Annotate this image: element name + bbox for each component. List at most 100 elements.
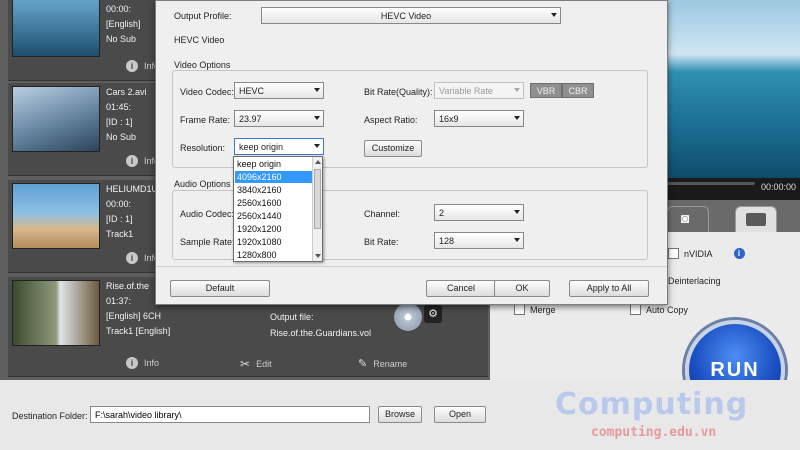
resolution-option[interactable]: keep origin [235, 158, 313, 170]
bitrate-quality-select[interactable]: Variable Rate [434, 82, 524, 99]
file-name: Cars 2.avi [106, 87, 147, 97]
resolution-select[interactable]: keep origin [234, 138, 324, 155]
video-options-label: Video Options [174, 60, 231, 70]
info-icon: i [126, 357, 138, 369]
resolution-option[interactable]: 3840x2160 [235, 184, 313, 196]
duration-text: 01:45: [106, 102, 132, 112]
aspect-ratio-select[interactable]: 16x9 [434, 110, 524, 127]
frame-rate-label: Frame Rate: [180, 115, 231, 125]
audio-options-label: Audio Options [174, 179, 231, 189]
scroll-up-icon[interactable] [315, 160, 321, 164]
resolution-option[interactable]: 1280x800 [235, 249, 313, 261]
chevron-down-icon [314, 144, 320, 148]
info-icon[interactable]: i [733, 248, 745, 259]
apply-to-all-button[interactable]: Apply to All [569, 280, 649, 297]
info-icon: i [126, 60, 138, 72]
scissors-icon: ✂ [240, 357, 251, 371]
sample-rate-label: Sample Rate: [180, 237, 235, 247]
chevron-down-icon [314, 88, 320, 92]
bitrate-quality-label: Bit Rate(Quality): [364, 87, 433, 97]
destination-folder-label: Destination Folder: [12, 411, 88, 421]
nvidia-checkbox[interactable]: nVIDIA i [668, 248, 745, 259]
output-file-name: Rise.of.the.Guardians.vol [270, 328, 372, 338]
video-thumbnail [12, 280, 100, 346]
channel-label: Channel: [364, 209, 401, 219]
destination-folder-input[interactable] [90, 406, 370, 423]
info-icon: i [126, 155, 138, 167]
frame-rate-select[interactable]: 23.97 [234, 110, 324, 127]
video-preview [665, 0, 800, 180]
rename-icon: ✎ [358, 358, 368, 370]
deinterlacing-checkbox[interactable]: Deinterlacing [668, 276, 721, 286]
right-panel-tabs: ◙ [665, 200, 800, 232]
chevron-down-icon [514, 238, 520, 242]
scroll-down-icon[interactable] [315, 254, 321, 258]
folder-icon [746, 213, 766, 226]
audio-codec-label: Audio Codec: [180, 209, 235, 219]
track-text: Track1 [English] [106, 326, 171, 336]
resolution-option[interactable]: 2560x1440 [235, 210, 313, 222]
resolution-dropdown-list[interactable]: keep origin 4096x2160 3840x2160 2560x160… [233, 156, 323, 262]
customize-button[interactable]: Customize [364, 140, 422, 157]
subtitle-lang-text: [English] [106, 19, 141, 29]
id-text: [ID : 1] [106, 117, 133, 127]
duration-text: 00:00: [106, 4, 132, 14]
video-thumbnail [12, 86, 100, 152]
audio-bitrate-select[interactable]: 128 [434, 232, 524, 249]
channel-select[interactable]: 2 [434, 204, 524, 221]
cbr-toggle[interactable]: CBR [562, 83, 594, 98]
resolution-option[interactable]: 4096x2160 [235, 171, 313, 183]
preview-timeline[interactable]: 00:00:00 [665, 178, 800, 200]
rename-button[interactable]: ✎ Rename [358, 357, 407, 370]
resolution-label: Resolution: [180, 143, 226, 153]
settings-gear-icon[interactable]: ⚙ [424, 305, 442, 323]
camera-icon: ◙ [681, 210, 690, 226]
disc-icon [394, 303, 422, 331]
dropdown-scrollbar[interactable] [312, 157, 322, 261]
aspect-ratio-label: Aspect Ratio: [364, 115, 418, 125]
file-name: HELIUMD1U [106, 184, 159, 194]
open-button[interactable]: Open [434, 406, 486, 423]
duration-text: 00:00: [106, 199, 132, 209]
resolution-option[interactable]: 2560x1600 [235, 197, 313, 209]
output-file-label: Output file: [270, 312, 314, 322]
chevron-down-icon [314, 116, 320, 120]
output-settings-dialog: Output Profile: HEVC Video HEVC Video Vi… [155, 0, 668, 305]
chevron-down-icon [514, 116, 520, 120]
id-text: [ID : 1] [106, 214, 133, 224]
track-text: Track1 [106, 229, 134, 239]
audio-bitrate-label: Bit Rate: [364, 237, 399, 247]
preview-time: 00:00:00 [760, 182, 796, 192]
cancel-button[interactable]: Cancel [426, 280, 496, 297]
video-thumbnail [12, 183, 100, 249]
scrollbar-thumb[interactable] [314, 169, 321, 229]
tab-folder[interactable] [735, 206, 777, 232]
seek-bar[interactable] [667, 182, 755, 185]
vbr-toggle[interactable]: VBR [530, 83, 562, 98]
checkbox-box[interactable] [668, 248, 679, 259]
subtitle-text: No Sub [106, 132, 137, 142]
chevron-down-icon [514, 88, 520, 92]
checkbox-box[interactable] [514, 304, 525, 315]
resolution-option[interactable]: 1920x1080 [235, 236, 313, 248]
video-codec-label: Video Codec: [180, 87, 234, 97]
info-button[interactable]: i Info [126, 357, 159, 369]
profile-heading: HEVC Video [174, 35, 225, 45]
chevron-down-icon [551, 13, 557, 17]
default-button[interactable]: Default [170, 280, 270, 297]
resolution-option[interactable]: 1920x1200 [235, 223, 313, 235]
video-thumbnail [12, 0, 100, 57]
output-profile-label: Output Profile: [174, 11, 232, 21]
video-codec-select[interactable]: HEVC [234, 82, 324, 99]
merge-checkbox[interactable]: Merge [514, 304, 556, 315]
edit-button[interactable]: ✂ Edit [240, 357, 272, 371]
output-profile-select[interactable]: HEVC Video [261, 7, 561, 24]
tab-camera[interactable]: ◙ [667, 206, 709, 232]
browse-button[interactable]: Browse [378, 406, 422, 423]
subtitle-text: No Sub [106, 34, 137, 44]
dialog-divider [156, 266, 667, 267]
info-icon: i [126, 252, 138, 264]
chevron-down-icon [514, 210, 520, 214]
ok-button[interactable]: OK [494, 280, 550, 297]
audio-text: [English] 6CH [106, 311, 162, 321]
